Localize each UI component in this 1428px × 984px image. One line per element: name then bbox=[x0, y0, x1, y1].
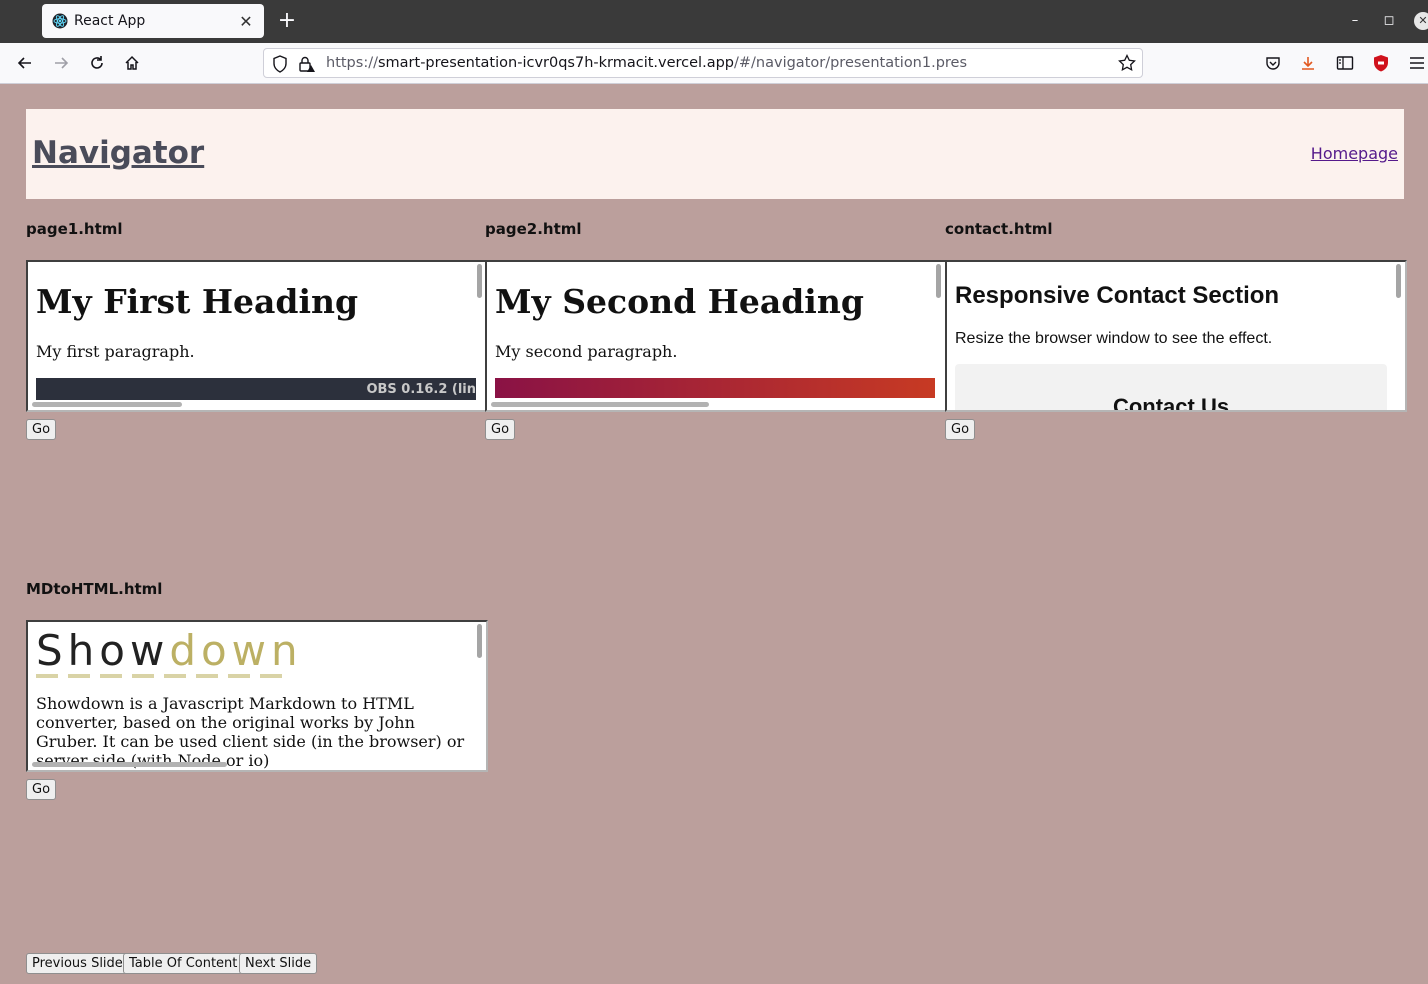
vertical-scrollbar[interactable] bbox=[477, 624, 482, 658]
tab-title: React App bbox=[74, 13, 146, 29]
vertical-scrollbar[interactable] bbox=[936, 264, 941, 298]
obs-screenshot-bar: OBS 0.16.2 (lin bbox=[36, 378, 476, 400]
go-button-page2[interactable]: Go bbox=[485, 419, 516, 440]
preview-paragraph: Showdown is a Javascript Markdown to HTM… bbox=[36, 694, 465, 770]
preview-heading: Responsive Contact Section bbox=[955, 282, 1280, 309]
previous-slide-button[interactable]: Previous Slide bbox=[26, 953, 129, 974]
obs-bar-text: OBS 0.16.2 (lin bbox=[366, 382, 476, 397]
lock-warning-icon[interactable] bbox=[298, 55, 316, 77]
browser-tab[interactable]: React App ✕ bbox=[42, 4, 264, 38]
preview-paragraph: My first paragraph. bbox=[36, 342, 195, 361]
react-icon bbox=[52, 13, 68, 29]
ublock-shield-icon[interactable] bbox=[1369, 51, 1393, 75]
bookmark-star-icon[interactable] bbox=[1118, 53, 1136, 76]
hamburger-menu-icon[interactable] bbox=[1405, 51, 1428, 75]
preview-frame-contact[interactable]: Responsive Contact Section Resize the br… bbox=[945, 260, 1407, 412]
preview-frame-page1[interactable]: My First Heading My first paragraph. OBS… bbox=[26, 260, 488, 412]
contact-box: Contact Us bbox=[955, 364, 1387, 412]
cell-label-contact: contact.html bbox=[945, 220, 1053, 238]
preview-paragraph: Resize the browser window to see the eff… bbox=[955, 330, 1273, 347]
showdown-logo-tail: down bbox=[169, 626, 303, 675]
showdown-logo-head: Show bbox=[36, 626, 170, 675]
home-icon[interactable] bbox=[120, 51, 144, 75]
cell-label-mdtohtml: MDtoHTML.html bbox=[26, 580, 163, 598]
sidebar-icon[interactable] bbox=[1333, 51, 1357, 75]
reload-icon[interactable] bbox=[85, 51, 109, 75]
address-bar[interactable]: https://smart-presentation-icvr0qs7h-krm… bbox=[263, 48, 1143, 78]
pocket-icon[interactable] bbox=[1261, 51, 1285, 75]
table-of-content-button[interactable]: Table Of Content bbox=[123, 953, 244, 974]
go-button-mdtohtml[interactable]: Go bbox=[26, 779, 57, 800]
preview-paragraph: My second paragraph. bbox=[495, 342, 678, 361]
browser-toolbar: https://smart-presentation-icvr0qs7h-krm… bbox=[0, 43, 1428, 84]
preview-heading: My First Heading bbox=[36, 282, 359, 321]
url-scheme: https:// bbox=[326, 55, 378, 71]
url-path: /#/navigator/presentation1.pres bbox=[734, 55, 968, 71]
horizontal-scrollbar[interactable] bbox=[491, 402, 709, 407]
go-button-page1[interactable]: Go bbox=[26, 419, 57, 440]
tab-close-icon[interactable]: ✕ bbox=[238, 12, 254, 31]
showdown-logo-underline bbox=[36, 674, 288, 678]
go-button-contact[interactable]: Go bbox=[945, 419, 976, 440]
cell-label-page2: page2.html bbox=[485, 220, 582, 238]
cell-label-page1: page1.html bbox=[26, 220, 123, 238]
maximize-window-icon[interactable]: ◻ bbox=[1380, 12, 1398, 30]
gradient-image-bar bbox=[495, 378, 935, 398]
url-host: smart-presentation-icvr0qs7h-krmacit.ver… bbox=[377, 55, 734, 71]
showdown-logo: Showdown bbox=[36, 626, 303, 675]
close-window-icon[interactable]: ✕ bbox=[1414, 12, 1428, 30]
browser-tab-strip: React App ✕ + – ◻ ✕ bbox=[0, 0, 1428, 43]
contact-box-title: Contact Us bbox=[1112, 394, 1230, 412]
forward-arrow-icon[interactable] bbox=[49, 51, 73, 75]
minimize-window-icon[interactable]: – bbox=[1346, 12, 1364, 30]
preview-frame-mdtohtml[interactable]: Showdown Showdown is a Javascript Markdo… bbox=[26, 620, 488, 772]
new-tab-button[interactable]: + bbox=[276, 8, 298, 34]
page-title[interactable]: Navigator bbox=[32, 135, 204, 171]
horizontal-scrollbar[interactable] bbox=[32, 402, 182, 407]
next-slide-button[interactable]: Next Slide bbox=[239, 953, 318, 974]
homepage-link[interactable]: Homepage bbox=[1311, 144, 1398, 163]
shield-icon[interactable] bbox=[272, 55, 288, 77]
download-icon[interactable] bbox=[1296, 51, 1320, 75]
back-arrow-icon[interactable] bbox=[13, 51, 37, 75]
navigator-header: Navigator Homepage bbox=[26, 109, 1404, 199]
preview-heading: My Second Heading bbox=[495, 282, 864, 321]
preview-frame-page2[interactable]: My Second Heading My second paragraph. bbox=[485, 260, 947, 412]
vertical-scrollbar[interactable] bbox=[1396, 264, 1401, 298]
vertical-scrollbar[interactable] bbox=[477, 264, 482, 298]
url-text: https://smart-presentation-icvr0qs7h-krm… bbox=[326, 55, 967, 71]
horizontal-scrollbar[interactable] bbox=[32, 762, 227, 767]
